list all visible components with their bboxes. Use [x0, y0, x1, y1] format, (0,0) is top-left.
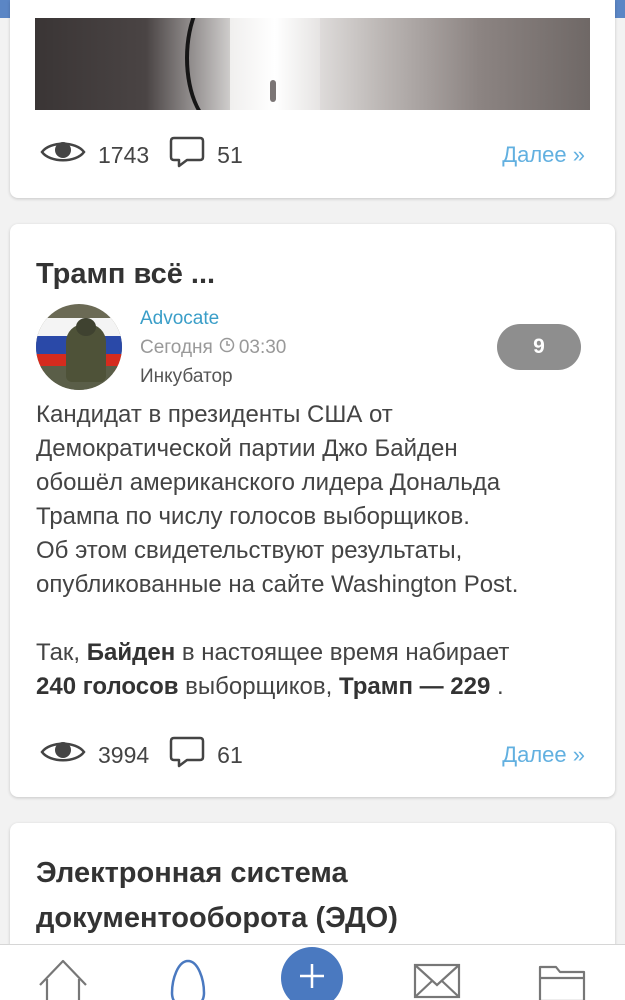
body-line: Кандидат в президенты США от — [36, 401, 393, 428]
mail-icon — [412, 945, 462, 1000]
bottom-navigation — [0, 944, 625, 1000]
image-stand — [230, 18, 320, 110]
bold-count: Трамп — 229 — [338, 673, 491, 700]
body-line: опубликованные на сайте Washington Post. — [36, 571, 519, 598]
soldier-figure — [66, 318, 106, 382]
add-post-button[interactable] — [281, 947, 343, 1000]
post-card: 1743 51 Далее » — [10, 0, 615, 198]
author-avatar[interactable] — [36, 304, 122, 390]
eye-icon — [40, 138, 86, 172]
comments-stat[interactable]: 61 — [169, 735, 243, 775]
comment-icon — [169, 135, 205, 175]
nav-messages[interactable] — [412, 945, 462, 1000]
post-title[interactable]: Трамп всё ... — [36, 254, 215, 294]
read-more-link[interactable]: Далее » — [502, 142, 585, 168]
post-category[interactable]: Инкубатор — [140, 366, 233, 388]
egg-icon — [166, 945, 210, 1000]
nav-folders[interactable] — [535, 945, 591, 1000]
comments-stat[interactable]: 51 — [169, 135, 243, 175]
post-datetime: Сегодня 03:30 — [140, 337, 286, 359]
folder-icon — [536, 945, 590, 1000]
bold-count: 240 голосов — [36, 673, 179, 700]
clock-icon — [219, 337, 235, 359]
post-title-line1[interactable]: Электронная система — [36, 853, 348, 893]
comment-icon — [169, 735, 205, 775]
read-more-link[interactable]: Далее » — [502, 742, 585, 768]
views-count: 1743 — [98, 141, 150, 168]
body-line: Демократической партии Джо Байден — [36, 435, 458, 462]
views-stat: 3994 — [40, 738, 149, 772]
views-stat: 1743 — [40, 138, 149, 172]
post-time: 03:30 — [238, 337, 287, 358]
post-title-line2[interactable]: документооборота (ЭДО) — [36, 898, 398, 938]
views-count: 3994 — [98, 741, 150, 768]
post-image[interactable] — [35, 18, 590, 110]
nav-egg[interactable] — [160, 945, 216, 1000]
comments-count: 61 — [217, 741, 243, 768]
post-card: Трамп всё ... Advocate Сегодня 03:30 Инк… — [10, 224, 615, 797]
rating-badge[interactable]: 9 — [497, 324, 581, 370]
body-line: 240 голосов выборщиков, Трамп — 229 . — [36, 673, 504, 700]
home-icon — [36, 945, 90, 1000]
body-line: Об этом свидетельствуют результаты, — [36, 537, 463, 564]
body-line: обошёл американского лидера Дональда — [36, 469, 501, 496]
body-line: Так, Байден в настоящее время набирает — [36, 639, 510, 666]
post-stats: 1743 51 Далее » — [40, 135, 585, 175]
post-date: Сегодня — [140, 337, 213, 358]
eye-icon — [40, 738, 86, 772]
author-name[interactable]: Advocate — [140, 308, 219, 330]
nav-home[interactable] — [35, 945, 91, 1000]
comments-count: 51 — [217, 141, 243, 168]
plus-icon — [297, 961, 327, 996]
body-line: Трампа по числу голосов выборщиков. — [36, 503, 470, 530]
post-body: Кандидат в президенты США от Демократиче… — [36, 398, 596, 704]
bold-name: Байден — [86, 639, 176, 666]
post-stats: 3994 61 Далее » — [40, 735, 585, 775]
